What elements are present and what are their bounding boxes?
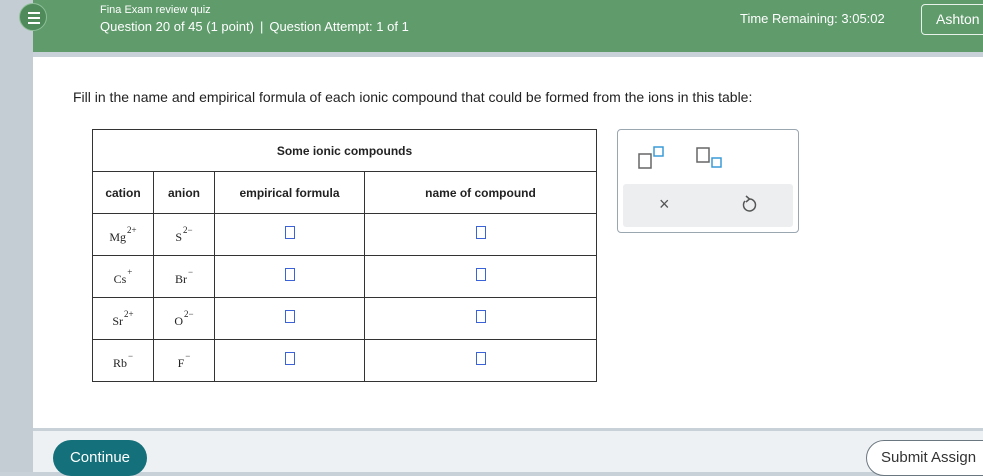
formula-cell <box>214 339 365 382</box>
cation-symbol: Sr <box>112 313 124 328</box>
header-anion: anion <box>153 171 215 214</box>
name-cell <box>364 213 597 256</box>
cation-cell: Mg2+ <box>92 213 154 256</box>
close-icon[interactable]: × <box>659 194 670 215</box>
table-row: Rb− F− <box>92 339 597 382</box>
cation-charge: 2+ <box>124 308 134 319</box>
name-input[interactable] <box>475 352 486 365</box>
answer-toolbar: × <box>617 129 799 233</box>
anion-cell: F− <box>153 339 215 382</box>
quiz-title: Fina Exam review quiz <box>100 4 211 16</box>
continue-button[interactable]: Continue <box>53 440 147 476</box>
toolbar-actions: × <box>623 184 793 227</box>
anion-cell: O2− <box>153 297 215 340</box>
formula-input[interactable] <box>284 226 295 239</box>
formula-input[interactable] <box>284 268 295 281</box>
hamburger-icon-line <box>28 22 40 24</box>
question-instruction: Fill in the name and empirical formula o… <box>73 89 753 105</box>
name-cell <box>364 255 597 298</box>
footer-bar: Continue Submit Assign <box>33 431 983 476</box>
anion-cell: S2− <box>153 213 215 256</box>
cation-charge: + <box>127 266 133 277</box>
name-input[interactable] <box>475 226 486 239</box>
name-cell <box>364 297 597 340</box>
anion-charge: 2− <box>183 224 193 235</box>
hamburger-icon <box>28 12 40 14</box>
anion-charge: − <box>187 266 194 277</box>
header-cation: cation <box>92 171 154 214</box>
name-cell <box>364 339 597 382</box>
question-info: Question 20 of 45 (1 point) | Question Att… <box>100 19 409 34</box>
menu-button[interactable] <box>19 3 47 31</box>
anion-symbol: Br <box>174 271 187 286</box>
table-row: Cs+ Br− <box>92 255 597 298</box>
formula-cell <box>214 297 365 340</box>
header-empirical-formula: empirical formula <box>214 171 365 214</box>
formula-cell <box>214 213 365 256</box>
formula-input[interactable] <box>284 352 295 365</box>
undo-icon[interactable] <box>741 195 757 213</box>
cation-charge: 2+ <box>127 224 137 235</box>
table-row: Sr2+ O2− <box>92 297 597 340</box>
anion-charge: 2− <box>184 308 194 319</box>
table-caption: Some ionic compounds <box>92 129 597 172</box>
formula-input[interactable] <box>284 310 295 323</box>
table-row: Mg2+ S2− <box>92 213 597 256</box>
cation-symbol: Cs <box>113 271 127 286</box>
hamburger-icon-line <box>28 17 40 19</box>
separator: | <box>259 19 264 34</box>
anion-symbol: F <box>177 355 185 370</box>
name-input[interactable] <box>475 268 486 281</box>
anion-cell: Br− <box>153 255 215 298</box>
left-strip <box>0 0 33 472</box>
anion-charge: − <box>185 350 191 361</box>
user-menu-button[interactable]: Ashton <box>921 4 983 35</box>
attempt-info: Question Attempt: 1 of 1 <box>269 19 409 34</box>
ionic-compounds-table: Some ionic compounds cation anion empiri… <box>92 129 597 382</box>
anion-symbol: O <box>174 313 184 328</box>
cation-symbol: Mg <box>109 229 127 244</box>
anion-symbol: S <box>175 229 183 244</box>
cation-charge: − <box>127 350 134 361</box>
formula-cell <box>214 255 365 298</box>
superscript-box-icon[interactable] <box>638 146 666 170</box>
header-compound-name: name of compound <box>364 171 597 214</box>
cation-cell: Sr2+ <box>92 297 154 340</box>
question-panel: Fill in the name and empirical formula o… <box>33 57 983 428</box>
submit-assignment-button[interactable]: Submit Assign <box>866 440 983 476</box>
question-number: Question 20 of 45 (1 point) <box>100 19 254 34</box>
time-remaining: Time Remaining: 3:05:02 <box>740 11 885 26</box>
cation-cell: Rb− <box>92 339 154 382</box>
cation-cell: Cs+ <box>92 255 154 298</box>
name-input[interactable] <box>475 310 486 323</box>
cation-symbol: Rb <box>112 355 127 370</box>
subscript-box-icon[interactable] <box>696 146 724 170</box>
header-bar: Fina Exam review quiz Question 20 of 45 … <box>19 0 983 52</box>
